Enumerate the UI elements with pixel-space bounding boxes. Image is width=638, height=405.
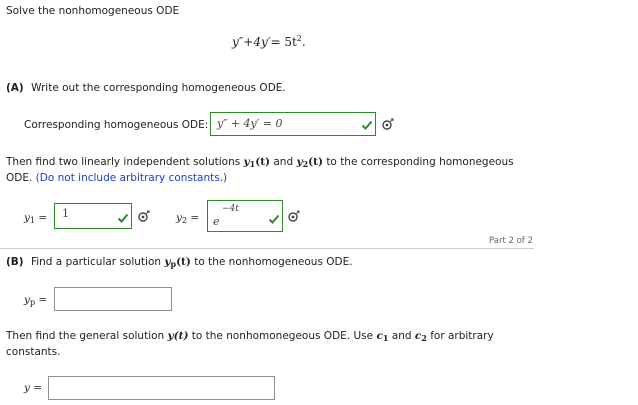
and-text: and <box>391 330 412 342</box>
y1-label: y1 = <box>24 212 48 225</box>
y1-inline: y1(t) <box>244 156 271 169</box>
yp-label: yp = <box>24 294 48 307</box>
c2-inline: c2 <box>415 330 427 343</box>
part-divider <box>0 248 534 249</box>
instruction-text: for arbitrary <box>430 330 494 342</box>
y2-label: y2 = <box>176 212 200 225</box>
general-instruction-1: Then find the general solution y(t) to t… <box>6 330 494 343</box>
part-a-text: Write out the corresponding homogeneous … <box>31 82 286 94</box>
instruction-line-2: ODE. (Do not include arbitrary constants… <box>6 172 227 184</box>
problem-intro: Solve the nonhomogeneous ODE <box>6 5 180 17</box>
part-a-heading: (A) Write out the corresponding homogene… <box>6 82 286 94</box>
part-a-label: (A) <box>6 82 24 94</box>
homogeneous-label: Corresponding homogeneous ODE: <box>24 119 209 131</box>
yp-input[interactable] <box>54 287 172 311</box>
part-b-heading: (B) Find a particular solution yp(t) to … <box>6 256 353 269</box>
instruction-text: Then find the general solution <box>6 330 165 342</box>
checkmark-icon <box>361 120 373 130</box>
part-indicator: Part 2 of 2 <box>489 236 533 246</box>
y1-field[interactable]: 1 <box>54 203 132 229</box>
checkmark-icon <box>117 213 129 223</box>
t-arg: (t) <box>176 256 191 268</box>
general-solution-input[interactable] <box>48 376 275 400</box>
instruction-text: Then find two linearly independent solut… <box>6 156 241 168</box>
gear-icon[interactable] <box>137 209 151 223</box>
gear-icon[interactable] <box>287 209 301 223</box>
y2-field[interactable]: e −4t <box>207 200 283 232</box>
y-of-t-inline: y(t) <box>167 330 189 342</box>
y-label: y = <box>24 382 43 394</box>
subscript: 1 <box>382 333 389 343</box>
equation-rhs: = 5t <box>270 35 297 49</box>
t-arg: (t) <box>308 156 323 168</box>
part-b-text: to the nonhomogeneous ODE. <box>194 256 353 268</box>
instruction-line-1: Then find two linearly independent solut… <box>6 156 514 169</box>
equation-end: . <box>301 35 306 49</box>
y1-value: 1 <box>62 207 69 220</box>
instruction-text: to the nonhomonegeous ODE. Use <box>191 330 374 342</box>
instruction-text: ODE. <box>6 172 33 184</box>
y2-base: e <box>213 215 220 228</box>
gear-icon[interactable] <box>381 117 395 131</box>
problem-equation: y″+4y′= 5t2. <box>232 34 306 49</box>
part-b-label: (B) <box>6 256 24 268</box>
t-arg: (t) <box>255 156 271 168</box>
yp-inline: yp(t) <box>164 256 191 269</box>
c1-inline: c1 <box>376 330 389 343</box>
homogeneous-ode-value: y″ + 4y′ = 0 <box>217 117 283 130</box>
homogeneous-ode-field[interactable]: y″ + 4y′ = 0 <box>210 112 376 136</box>
subscript: 2 <box>421 333 427 343</box>
part-b-text: Find a particular solution <box>30 256 162 268</box>
y2-inline: y2(t) <box>296 156 323 169</box>
equation-lhs: y″+4y′ <box>232 35 271 49</box>
y2-exponent: −4t <box>222 204 239 214</box>
instruction-note: (Do not include arbitrary constants.) <box>35 172 228 184</box>
checkmark-icon <box>268 214 280 224</box>
instruction-text: to the corresponding homonegeous <box>326 156 514 168</box>
general-instruction-2: constants. <box>6 346 61 358</box>
and-text: and <box>273 156 294 168</box>
